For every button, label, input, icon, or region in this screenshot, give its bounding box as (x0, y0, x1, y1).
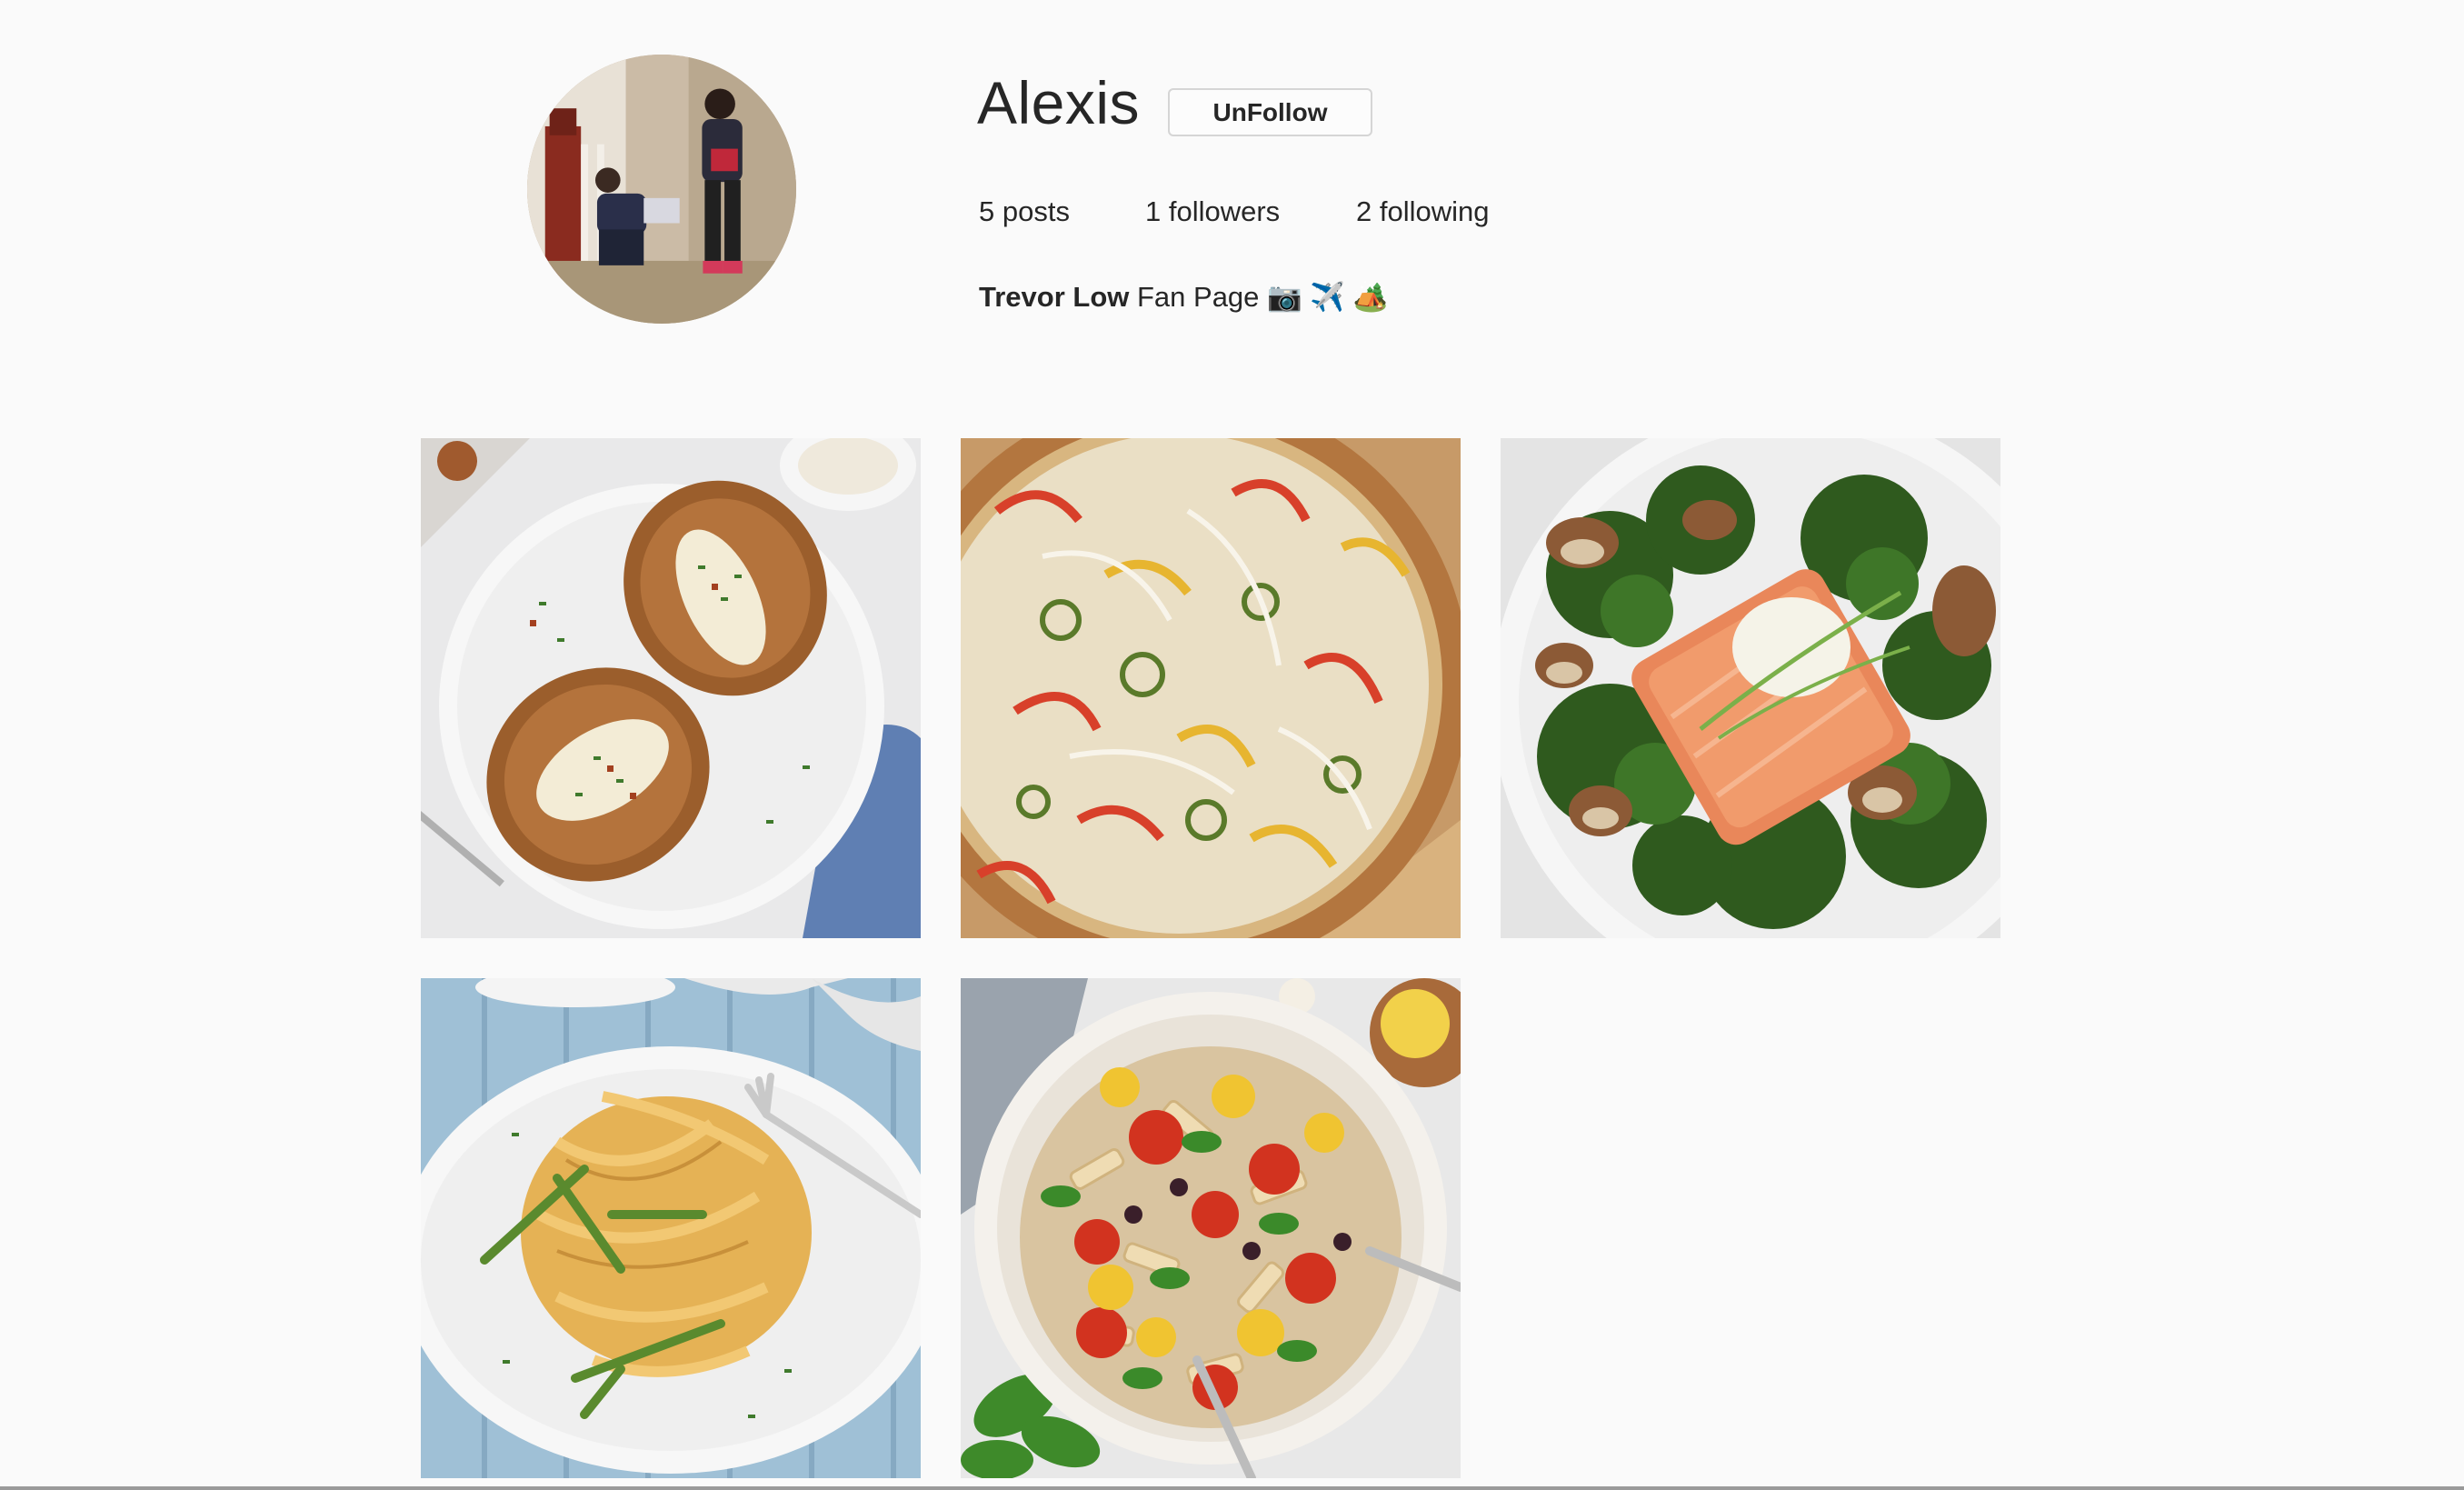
profile-photo-icon (527, 55, 796, 324)
avatar[interactable] (527, 55, 796, 324)
bio-name: Trevor Low (979, 281, 1130, 313)
post-tile[interactable] (1501, 438, 2000, 938)
asparagus-pasta-photo-icon (421, 978, 921, 1478)
profile-stats: 5 posts 1 followers 2 following (979, 195, 1489, 228)
post-tile[interactable] (421, 978, 921, 1478)
post-tile[interactable] (961, 438, 1461, 938)
penne-vegetable-salad-photo-icon (961, 978, 1461, 1478)
salmon-kale-mushrooms-photo-icon (1501, 438, 2000, 938)
baked-potatoes-photo-icon (421, 438, 921, 938)
pepper-pizza-photo-icon (961, 438, 1461, 938)
followers-count[interactable]: 1 followers (1145, 195, 1356, 228)
following-count[interactable]: 2 following (1356, 195, 1489, 228)
post-tile[interactable] (961, 978, 1461, 1478)
post-tile[interactable] (421, 438, 921, 938)
posts-count[interactable]: 5 posts (979, 195, 1145, 228)
posts-grid (421, 438, 2000, 1478)
profile-username: Alexis (977, 69, 1141, 136)
profile-page: Alexis UnFollow 5 posts 1 followers 2 fo… (0, 0, 2464, 1490)
bottom-edge (0, 1486, 2464, 1490)
unfollow-button[interactable]: UnFollow (1168, 88, 1372, 136)
bio-text: Fan Page 📷 ✈️ 🏕️ (1129, 281, 1389, 313)
profile-bio: Trevor Low Fan Page 📷 ✈️ 🏕️ (979, 280, 1388, 314)
